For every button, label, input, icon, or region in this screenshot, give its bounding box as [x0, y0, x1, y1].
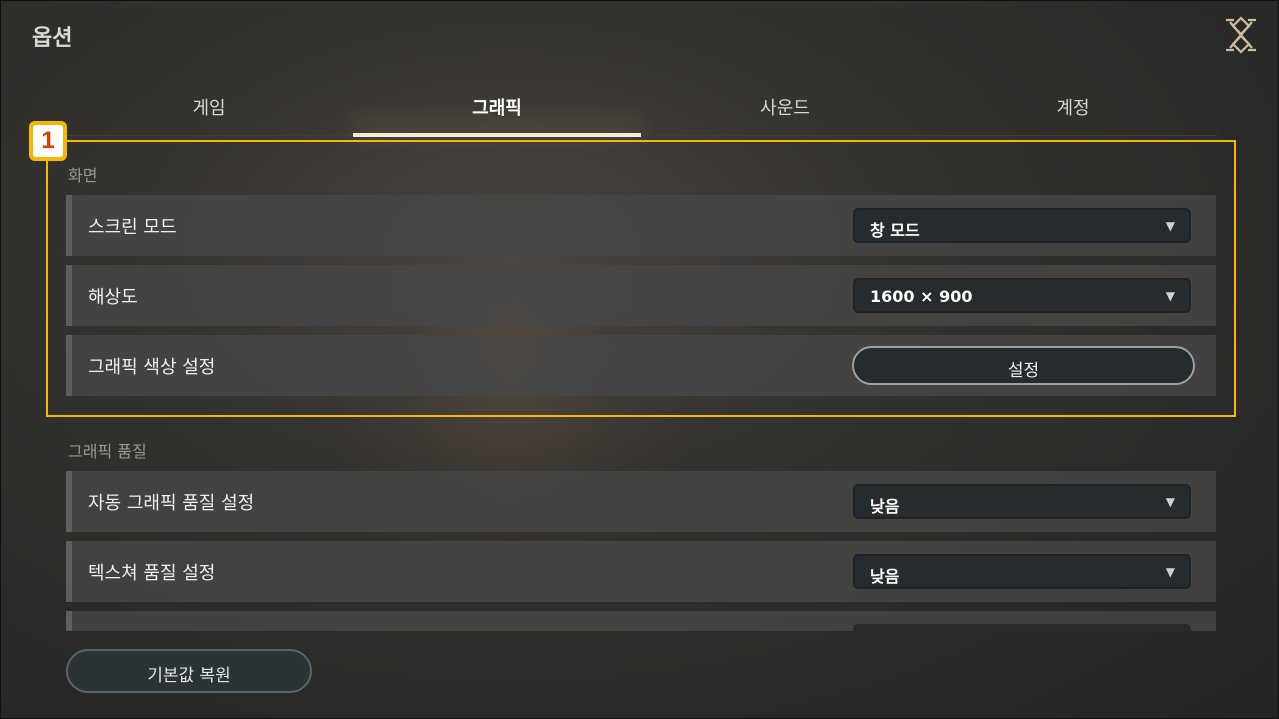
dropdown-arrow-icon: ▼ [1165, 565, 1175, 579]
setting-row-texture-quality: 텍스쳐 품질 설정 낮음 ▼ [66, 541, 1216, 602]
dropdown-value: 낮음 [870, 497, 900, 516]
dropdown-arrow-icon: ▼ [1165, 289, 1175, 303]
setting-label: 텍스쳐 품질 설정 [88, 563, 216, 584]
close-icon [1226, 16, 1256, 54]
tab-graphics[interactable]: 그래픽 [353, 84, 641, 137]
close-button[interactable] [1222, 16, 1260, 54]
dropdown-value: 창 모드 [870, 221, 920, 240]
color-settings-button[interactable]: 설정 [852, 346, 1195, 385]
window-title: 옵션 [32, 26, 73, 51]
tab-account[interactable]: 계정 [929, 84, 1217, 135]
setting-row-partial [66, 611, 1216, 631]
setting-row-auto-quality: 자동 그래픽 품질 설정 낮음 ▼ [66, 471, 1216, 532]
dropdown-arrow-icon: ▼ [1165, 219, 1175, 233]
setting-row-color: 그래픽 색상 설정 설정 [66, 335, 1216, 396]
setting-label: 스크린 모드 [88, 217, 177, 238]
texture-quality-dropdown[interactable]: 낮음 ▼ [852, 553, 1192, 590]
setting-row-resolution: 해상도 1600 × 900 ▼ [66, 265, 1216, 326]
partial-dropdown[interactable] [852, 623, 1192, 631]
annotation-badge: 1 [29, 121, 67, 161]
auto-quality-dropdown[interactable]: 낮음 ▼ [852, 483, 1192, 520]
tab-bar: 게임 그래픽 사운드 계정 [65, 84, 1217, 137]
setting-label: 그래픽 색상 설정 [88, 357, 216, 378]
dropdown-value: 낮음 [870, 567, 900, 586]
annotation-badge-number: 1 [33, 125, 63, 157]
dropdown-arrow-icon: ▼ [1165, 495, 1175, 509]
resolution-dropdown[interactable]: 1600 × 900 ▼ [852, 277, 1192, 314]
section-title-quality: 그래픽 품질 [68, 442, 147, 461]
setting-row-screen-mode: 스크린 모드 창 모드 ▼ [66, 195, 1216, 256]
section-title-screen: 화면 [68, 166, 98, 185]
setting-label: 해상도 [88, 287, 138, 308]
tab-sound[interactable]: 사운드 [641, 84, 929, 135]
tab-game[interactable]: 게임 [65, 84, 353, 135]
setting-label: 자동 그래픽 품질 설정 [88, 493, 255, 514]
reset-defaults-button[interactable]: 기본값 복원 [66, 649, 312, 693]
dropdown-value: 1600 × 900 [870, 287, 973, 306]
screen-mode-dropdown[interactable]: 창 모드 ▼ [852, 207, 1192, 244]
